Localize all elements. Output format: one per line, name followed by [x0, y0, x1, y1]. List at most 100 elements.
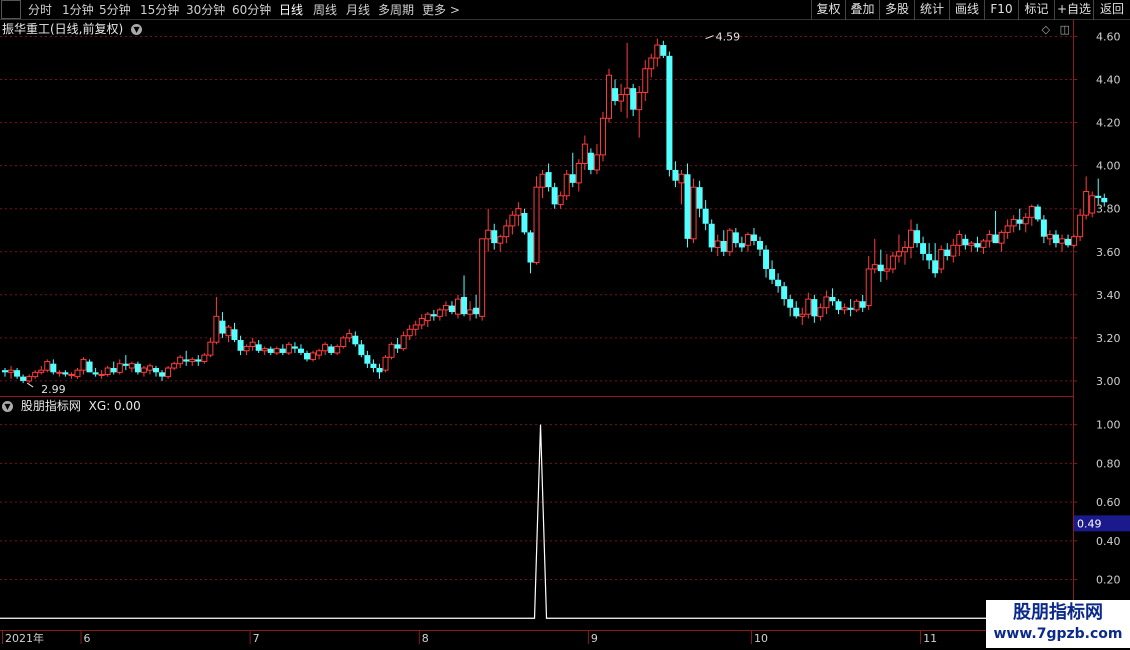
candle-body — [871, 264, 878, 270]
candle-body — [243, 345, 250, 352]
candle-body — [914, 230, 921, 244]
candle-body — [624, 87, 631, 96]
candle-body — [557, 195, 564, 205]
candle-body — [479, 238, 486, 317]
candle-body — [1028, 206, 1035, 218]
candle-body — [1034, 206, 1041, 220]
candle-body — [171, 363, 178, 369]
candle-body — [140, 367, 147, 373]
candle-body — [636, 91, 643, 111]
candle-body — [32, 371, 39, 378]
candle-body — [62, 372, 69, 375]
candle-body — [702, 208, 709, 224]
candle-body — [920, 243, 927, 254]
candle-body — [895, 251, 902, 257]
candle-body — [581, 143, 588, 164]
candle-body — [328, 346, 335, 353]
y-tick-label: 0.80 — [1096, 457, 1121, 470]
candle-body — [56, 371, 63, 374]
candle-body — [50, 363, 57, 373]
candle-body — [376, 368, 383, 373]
candle-body — [539, 173, 546, 188]
xg-indicator-line — [0, 424, 1073, 619]
candle-body — [648, 57, 655, 70]
candle-body — [86, 361, 93, 373]
candle-body — [1083, 190, 1090, 216]
candle-body — [974, 243, 981, 248]
candle-body — [104, 367, 111, 375]
y-tick-label: 4.00 — [1096, 160, 1121, 173]
candle-body — [231, 329, 238, 341]
candle-body — [750, 234, 757, 241]
candle-body — [569, 174, 576, 183]
y-tick-label: 0.20 — [1096, 574, 1121, 587]
candle-body — [310, 352, 317, 360]
candle-body — [8, 369, 15, 373]
x-tick-label: 6 — [84, 632, 91, 645]
candle-body — [1052, 234, 1059, 244]
candle-body — [316, 350, 323, 356]
kline-chart[interactable]: 4.60 4.40 4.20 4.00 3.80 3.60 3.40 3.20 3.00 4.59… — [0, 0, 1130, 650]
candle-body — [763, 249, 770, 269]
candle-body — [769, 268, 776, 280]
candle-body — [944, 249, 951, 257]
y-tick-label: 1.00 — [1096, 419, 1121, 432]
candle-body — [708, 223, 715, 248]
candle-body — [714, 240, 721, 248]
candle-body — [334, 345, 341, 354]
candle-body — [189, 358, 196, 363]
candle-body — [183, 359, 190, 362]
candle-body — [159, 372, 166, 377]
candle-body — [485, 229, 492, 240]
candle-body — [1046, 234, 1053, 240]
candle-body — [732, 232, 739, 244]
candle-body — [430, 314, 437, 317]
candle-body — [273, 348, 280, 354]
candle-body — [340, 337, 347, 347]
candle-body — [1040, 219, 1047, 237]
candle-body — [593, 154, 600, 171]
candle-body — [207, 341, 214, 356]
watermark-title: 股朋指标网 — [1013, 602, 1103, 623]
candle-body — [1004, 225, 1011, 233]
y-tick-label: 4.60 — [1096, 30, 1121, 43]
x-tick-label: 10 — [754, 632, 768, 645]
candle-body — [992, 234, 999, 244]
watermark-url: www.7gpzb.com — [993, 626, 1123, 642]
candle-body — [509, 214, 516, 227]
candle-body — [177, 356, 184, 365]
candle-body — [690, 186, 697, 240]
candle-body — [2, 370, 8, 373]
candle-body — [297, 348, 304, 353]
low-label: 2.99 — [41, 383, 66, 396]
candle-body — [666, 55, 673, 170]
candle-body — [201, 354, 208, 363]
y-tick-label: 3.20 — [1096, 332, 1121, 345]
x-tick-label: 8 — [422, 632, 429, 645]
candle-body — [775, 279, 782, 287]
candle-body — [823, 296, 830, 309]
candle-body — [473, 307, 480, 315]
candle-body — [599, 117, 606, 156]
candle-body — [926, 253, 933, 261]
candle-body — [901, 246, 908, 253]
candle-body — [968, 242, 975, 246]
candle-body — [467, 309, 474, 315]
candle-body — [261, 348, 268, 352]
candle-body — [563, 173, 570, 197]
y-tick-label: 3.80 — [1096, 203, 1121, 216]
candle-body — [642, 68, 649, 93]
candle-body — [448, 305, 455, 313]
candle-body — [80, 358, 87, 371]
candle-body — [237, 340, 244, 351]
candle-body — [249, 341, 256, 347]
candle-body — [503, 225, 510, 238]
candle-body — [352, 335, 359, 345]
candle-body — [424, 313, 431, 322]
candle-body — [436, 309, 443, 317]
candle-body — [110, 368, 117, 373]
x-tick-label: 7 — [253, 632, 260, 645]
candle-body — [358, 344, 365, 356]
candle-body — [720, 240, 727, 252]
candle-body — [1095, 195, 1102, 198]
